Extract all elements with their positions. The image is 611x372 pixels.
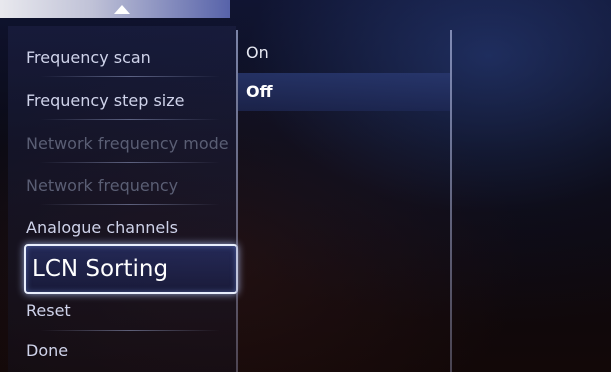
option-label: On	[246, 43, 269, 62]
option-off[interactable]: Off	[238, 73, 450, 111]
menu-item-label: Done	[26, 341, 69, 360]
menu-item-label: Network frequency	[26, 176, 179, 195]
option-on[interactable]: On	[238, 34, 450, 72]
menu-item-analogue-channels[interactable]: Analogue channels	[26, 208, 236, 248]
menu-divider	[40, 119, 220, 120]
option-label: Off	[246, 82, 273, 101]
menu-item-frequency-step-size[interactable]: Frequency step size	[26, 81, 236, 121]
menu-item-network-frequency: Network frequency	[26, 166, 236, 206]
menu-item-label: Reset	[26, 301, 71, 320]
menu-divider	[40, 204, 220, 205]
scroll-up-arrow-icon[interactable]	[114, 5, 130, 14]
menu-item-done[interactable]: Done	[26, 331, 236, 371]
panel-divider-right	[450, 30, 452, 372]
menu-item-lcn-sorting[interactable]: LCN Sorting	[24, 244, 238, 294]
menu-item-reset[interactable]: Reset	[26, 291, 236, 331]
menu-item-label: Frequency scan	[26, 48, 151, 67]
menu-item-frequency-scan[interactable]: Frequency scan	[26, 38, 236, 78]
menu-divider	[40, 162, 220, 163]
menu-item-label: LCN Sorting	[32, 256, 169, 282]
menu-item-network-frequency-mode: Network frequency mode	[26, 124, 236, 164]
menu-divider	[40, 76, 220, 77]
tv-screen: Frequency scan Frequency step size Netwo…	[0, 0, 611, 372]
menu-item-label: Frequency step size	[26, 91, 185, 110]
menu-item-label: Analogue channels	[26, 218, 178, 237]
menu-item-label: Network frequency mode	[26, 134, 229, 153]
